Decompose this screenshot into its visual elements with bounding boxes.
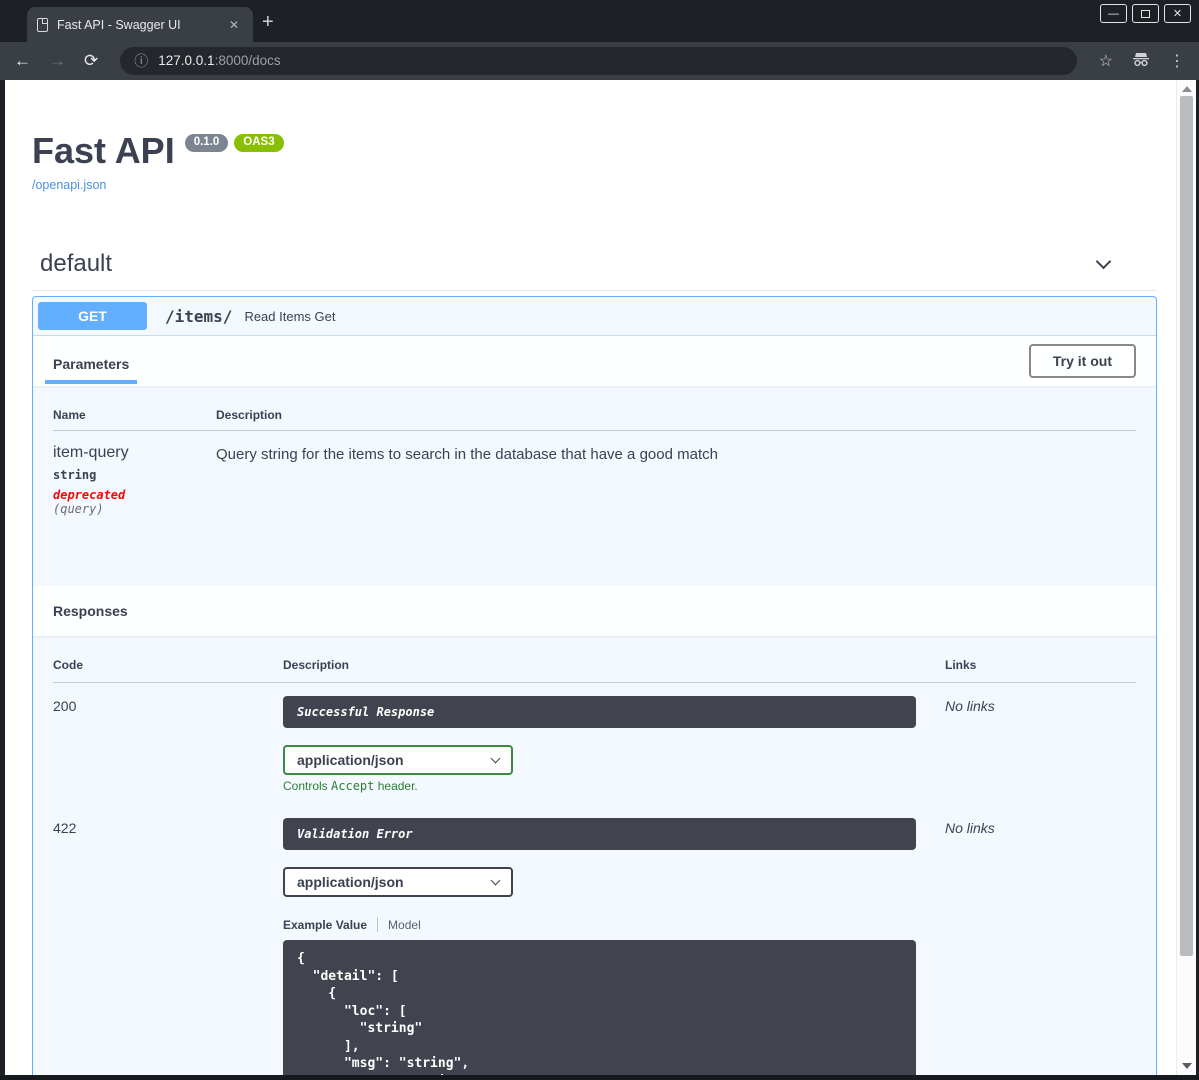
response-422-body: Validation Error application/json Exampl…	[283, 818, 945, 1075]
page-viewport: Fast API 0.1.0 OAS3 /openapi.json defaul…	[5, 80, 1196, 1075]
url-path: :8000/docs	[214, 53, 281, 68]
media-type-select-200[interactable]: application/json	[283, 745, 513, 775]
tab-title: Fast API - Swagger UI	[57, 17, 181, 32]
reload-icon[interactable]: ⟳	[84, 51, 98, 71]
window-bottom-border	[0, 1075, 1199, 1080]
scrollbar-up-arrow-icon[interactable]	[1182, 86, 1192, 92]
scrollbar-thumb[interactable]	[1180, 96, 1193, 956]
responses-table: Code Description Links 200 Successful Re…	[33, 636, 1156, 1075]
try-it-out-button[interactable]: Try it out	[1028, 344, 1136, 378]
response-links: No links	[945, 820, 995, 836]
example-value-tab[interactable]: Example Value	[283, 918, 367, 932]
example-json-codeblock: { "detail": [ { "loc": [ "string" ], "ms…	[283, 940, 916, 1075]
address-bar[interactable]: ⓘ 127.0.0.1:8000/docs	[120, 47, 1077, 75]
col-code: Code	[53, 658, 83, 672]
version-badge: 0.1.0	[184, 134, 229, 152]
browser-menu-icon[interactable]: ⋮	[1169, 51, 1185, 71]
parameter-description: Query string for the items to search in …	[216, 446, 718, 463]
maximize-button[interactable]	[1132, 4, 1159, 23]
url-host: 127.0.0.1	[158, 53, 215, 68]
media-type-select-422[interactable]: application/json	[283, 867, 513, 897]
responses-header: Responses	[33, 586, 1156, 636]
tab-close-icon[interactable]: ✕	[225, 16, 243, 34]
tab-separator	[377, 917, 379, 932]
browser-titlebar: Fast API - Swagger UI ✕ + — ✕	[0, 0, 1199, 42]
scrollbar-down-arrow-icon[interactable]	[1182, 1063, 1192, 1069]
api-title: Fast API	[32, 130, 175, 171]
tag-section-default: default GET /items/ Read Items Get Param…	[32, 250, 1157, 1075]
chevron-down-icon	[490, 875, 501, 885]
browser-toolbar: ← → ⟳ ⓘ 127.0.0.1:8000/docs ☆ ⋮	[0, 42, 1199, 80]
col-description: Description	[216, 408, 283, 422]
col-resp-description: Description	[283, 658, 350, 672]
oas3-badge: OAS3	[234, 134, 284, 152]
chevron-down-icon	[490, 753, 501, 763]
page-favicon-icon	[37, 17, 48, 32]
response-row-200: 200 Successful Response application/json…	[53, 683, 1136, 805]
close-window-button[interactable]: ✕	[1164, 4, 1191, 23]
page-scrollbar[interactable]	[1176, 80, 1196, 1075]
browser-tab[interactable]: Fast API - Swagger UI ✕	[27, 7, 253, 42]
media-type-value: application/json	[297, 874, 404, 890]
example-model-tabs: Example Value Model	[283, 917, 945, 932]
model-tab[interactable]: Model	[388, 918, 421, 932]
bookmark-star-icon[interactable]: ☆	[1099, 51, 1113, 71]
minimize-button[interactable]: —	[1100, 4, 1127, 23]
response-description-box: Validation Error	[283, 818, 916, 850]
openapi-spec-link[interactable]: /openapi.json	[32, 178, 106, 192]
operation-summary-text: Read Items Get	[244, 308, 336, 324]
forward-icon[interactable]: →	[49, 51, 66, 71]
controls-accept-note: Controls Accept header.	[283, 779, 418, 793]
opblock-get-items: GET /items/ Read Items Get Parameters Tr…	[32, 296, 1157, 1075]
parameters-table-head: Name Description	[53, 386, 1136, 431]
maximize-icon	[1141, 9, 1150, 18]
parameter-deprecated-flag: deprecated	[53, 488, 126, 502]
response-code: 200	[53, 698, 77, 714]
parameter-name: item-query	[53, 444, 129, 461]
back-icon[interactable]: ←	[14, 51, 31, 71]
incognito-icon	[1131, 51, 1151, 72]
api-badges: 0.1.0 OAS3	[184, 134, 284, 152]
parameters-tab[interactable]: Parameters	[44, 338, 138, 384]
api-title-row: Fast API 0.1.0 OAS3	[32, 130, 1157, 172]
site-info-icon[interactable]: ⓘ	[134, 51, 148, 71]
operation-path: /items/	[165, 306, 233, 326]
col-links: Links	[945, 658, 977, 672]
new-tab-button[interactable]: +	[262, 12, 274, 32]
parameters-header: Parameters Try it out	[33, 336, 1156, 386]
parameter-location: (query)	[53, 502, 104, 516]
parameter-type: string	[53, 468, 97, 482]
response-code: 422	[53, 820, 77, 836]
media-type-value: application/json	[297, 752, 404, 768]
response-links: No links	[945, 698, 995, 714]
http-method-badge: GET	[38, 302, 147, 330]
responses-table-head: Code Description Links	[53, 636, 1136, 683]
window-controls: — ✕	[1100, 4, 1191, 23]
parameter-meta: item-query string deprecated (query)	[53, 444, 216, 516]
parameter-row: item-query string deprecated (query) Que…	[53, 431, 1136, 586]
tag-name: default	[40, 250, 113, 277]
parameters-table: Name Description item-query string depre…	[33, 386, 1156, 586]
col-name: Name	[53, 408, 86, 422]
responses-title: Responses	[53, 603, 128, 619]
tag-header[interactable]: default	[32, 250, 1157, 291]
accept-header-code: Accept	[331, 779, 375, 793]
response-row-422: 422 Validation Error application/json Ex…	[53, 805, 1136, 1075]
response-200-body: Successful Response application/json Con…	[283, 696, 945, 805]
chevron-down-icon[interactable]	[1095, 253, 1112, 269]
response-description-box: Successful Response	[283, 696, 916, 728]
swagger-ui: Fast API 0.1.0 OAS3 /openapi.json defaul…	[5, 80, 1176, 1075]
operation-summary[interactable]: GET /items/ Read Items Get	[33, 297, 1156, 336]
